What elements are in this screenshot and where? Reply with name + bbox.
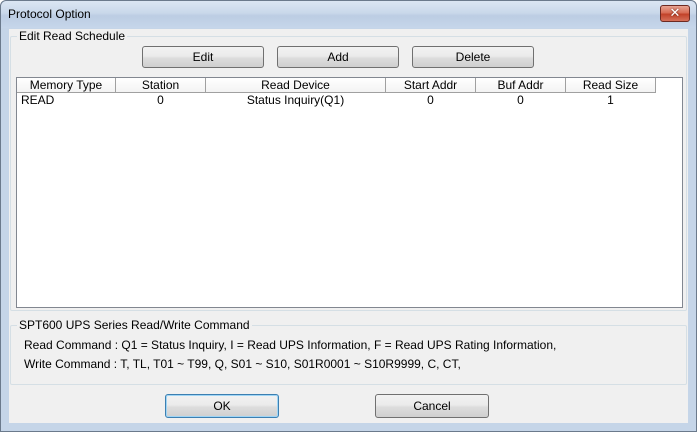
add-button[interactable]: Add <box>277 46 399 68</box>
protocol-option-dialog: Protocol Option ✕ Edit Read Schedule Edi… <box>0 0 697 432</box>
delete-button[interactable]: Delete <box>412 46 534 68</box>
list-header: Memory Type Station Read Device Start Ad… <box>17 78 682 93</box>
column-header-read-size[interactable]: Read Size <box>566 78 656 93</box>
cell-start-addr: 0 <box>427 93 434 107</box>
edit-button[interactable]: Edit <box>142 46 264 68</box>
cell-buf-addr: 0 <box>517 93 524 107</box>
cell-station: 0 <box>157 93 164 107</box>
column-header-station[interactable]: Station <box>116 78 206 93</box>
column-header-memory-type[interactable]: Memory Type <box>17 78 116 93</box>
read-command-text: Read Command : Q1 = Status Inquiry, I = … <box>24 338 557 352</box>
cancel-button[interactable]: Cancel <box>375 394 489 418</box>
edit-read-schedule-label: Edit Read Schedule <box>17 29 128 43</box>
window-title: Protocol Option <box>8 7 91 21</box>
ok-button[interactable]: OK <box>165 394 279 418</box>
command-info-group: SPT600 UPS Series Read/Write Command Rea… <box>10 318 687 385</box>
edit-read-schedule-group: Edit Read Schedule Edit Add Delete Memor… <box>10 29 687 311</box>
read-schedule-list[interactable]: Memory Type Station Read Device Start Ad… <box>16 77 683 308</box>
close-button[interactable]: ✕ <box>660 5 690 22</box>
close-icon: ✕ <box>669 5 681 20</box>
column-header-start-addr[interactable]: Start Addr <box>386 78 476 93</box>
cell-memory-type: READ <box>21 93 55 107</box>
write-command-text: Write Command : T, TL, T01 ~ T99, Q, S01… <box>24 357 461 371</box>
cell-read-size: 1 <box>607 93 614 107</box>
title-bar[interactable]: Protocol Option ✕ <box>1 1 696 28</box>
cell-read-device: Status Inquiry(Q1) <box>246 93 345 107</box>
column-header-read-device[interactable]: Read Device <box>206 78 386 93</box>
column-header-buf-addr[interactable]: Buf Addr <box>476 78 566 93</box>
table-row[interactable]: READ 0 Status Inquiry(Q1) 0 0 1 <box>17 93 682 107</box>
command-info-label: SPT600 UPS Series Read/Write Command <box>17 318 252 332</box>
dialog-client-area: Edit Read Schedule Edit Add Delete Memor… <box>9 29 688 423</box>
